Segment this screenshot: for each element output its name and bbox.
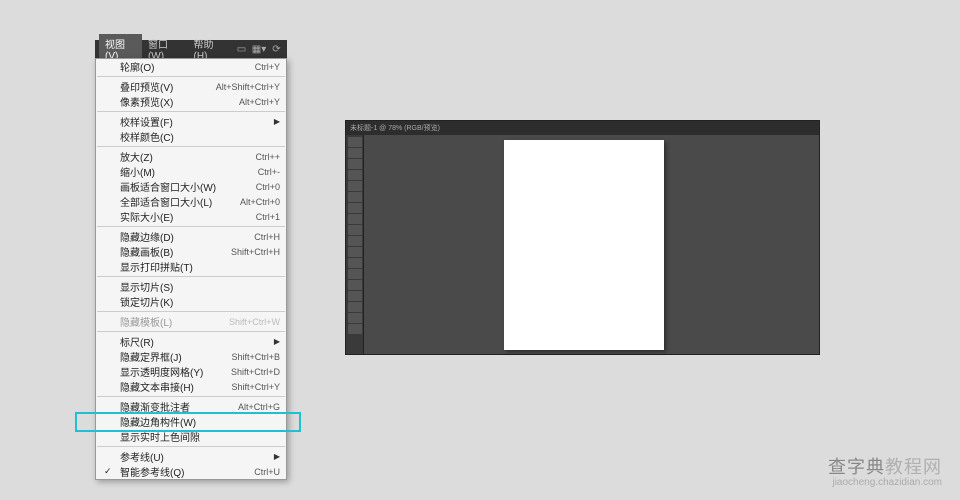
tool-button[interactable] xyxy=(348,269,362,279)
tool-button[interactable] xyxy=(348,181,362,191)
tool-button[interactable] xyxy=(348,302,362,312)
tool-button[interactable] xyxy=(348,291,362,301)
menu-item-zoom-out[interactable]: 缩小(M) Ctrl+- xyxy=(96,164,286,179)
tool-button[interactable] xyxy=(348,214,362,224)
view-dropdown-menu: 轮廓(O) Ctrl+Y 叠印预览(V) Alt+Shift+Ctrl+Y 像素… xyxy=(95,58,287,480)
menu-item-pixel-preview[interactable]: 像素预览(X) Alt+Ctrl+Y xyxy=(96,94,286,109)
menu-item-rulers[interactable]: 标尺(R) ▶ xyxy=(96,334,286,349)
menu-item-hide-gradient-annotator[interactable]: 隐藏渐变批注者 Alt+Ctrl+G xyxy=(96,399,286,414)
tool-button[interactable] xyxy=(348,192,362,202)
menu-separator xyxy=(97,76,285,77)
app-titlebar: 未标题-1 @ 78% (RGB/预览) xyxy=(346,121,819,135)
illustrator-window: 未标题-1 @ 78% (RGB/预览) xyxy=(345,120,820,355)
menu-item-proof-setup[interactable]: 校样设置(F) ▶ xyxy=(96,114,286,129)
menu-separator xyxy=(97,396,285,397)
tool-button[interactable] xyxy=(348,203,362,213)
menu-item-show-print-tiling[interactable]: 显示打印拼贴(T) xyxy=(96,259,286,274)
menu-separator xyxy=(97,226,285,227)
app-body xyxy=(346,135,819,354)
menu-item-hide-bounding-box[interactable]: 隐藏定界框(J) Shift+Ctrl+B xyxy=(96,349,286,364)
menu-item-fit-artboard[interactable]: 画板适合窗口大小(W) Ctrl+0 xyxy=(96,179,286,194)
tool-button[interactable] xyxy=(348,148,362,158)
submenu-arrow-icon: ▶ xyxy=(274,337,280,346)
watermark: 查字典教程网 jiaocheng.chazidian.com xyxy=(828,453,942,488)
menu-item-smart-guides[interactable]: ✓ 智能参考线(Q) Ctrl+U xyxy=(96,464,286,479)
menu-item-overprint-preview[interactable]: 叠印预览(V) Alt+Shift+Ctrl+Y xyxy=(96,79,286,94)
menu-separator xyxy=(97,146,285,147)
menu-separator xyxy=(97,331,285,332)
watermark-brand: 查字典教程网 xyxy=(828,453,942,479)
arrange-icon[interactable]: ▦▾ xyxy=(252,42,266,56)
menu-item-lock-slices[interactable]: 锁定切片(K) xyxy=(96,294,286,309)
tool-button[interactable] xyxy=(348,170,362,180)
menu-item-hide-edges[interactable]: 隐藏边缘(D) Ctrl+H xyxy=(96,229,286,244)
menu-item-show-transparency-grid[interactable]: 显示透明度网格(Y) Shift+Ctrl+D xyxy=(96,364,286,379)
menu-item-hide-artboards[interactable]: 隐藏画板(B) Shift+Ctrl+H xyxy=(96,244,286,259)
submenu-arrow-icon: ▶ xyxy=(274,117,280,126)
menu-item-outline[interactable]: 轮廓(O) Ctrl+Y xyxy=(96,59,286,74)
tool-button[interactable] xyxy=(348,236,362,246)
menu-item-proof-colors[interactable]: 校样颜色(C) xyxy=(96,129,286,144)
layout-icon[interactable]: ▭ xyxy=(235,42,248,56)
tool-button[interactable] xyxy=(348,280,362,290)
canvas-area[interactable] xyxy=(364,135,819,354)
menu-item-show-live-paint-gaps[interactable]: 显示实时上色间隙 xyxy=(96,429,286,444)
tool-button[interactable] xyxy=(348,324,362,334)
menu-item-actual-size[interactable]: 实际大小(E) Ctrl+1 xyxy=(96,209,286,224)
checkmark-icon: ✓ xyxy=(104,466,112,477)
tool-button[interactable] xyxy=(348,258,362,268)
tool-button[interactable] xyxy=(348,225,362,235)
tool-panel xyxy=(346,135,364,354)
menu-item-show-slices[interactable]: 显示切片(S) xyxy=(96,279,286,294)
menubar: 视图(V) 窗口(W) 帮助(H) ▭ ▦▾ ⟳ xyxy=(95,40,287,58)
menu-separator xyxy=(97,311,285,312)
watermark-url: jiaocheng.chazidian.com xyxy=(828,477,942,488)
menu-item-zoom-in[interactable]: 放大(Z) Ctrl++ xyxy=(96,149,286,164)
menu-item-hide-corner-widget[interactable]: 隐藏边角构件(W) xyxy=(96,414,286,429)
artboard[interactable] xyxy=(504,140,664,350)
menu-item-hide-text-threads[interactable]: 隐藏文本串接(H) Shift+Ctrl+Y xyxy=(96,379,286,394)
menu-item-hide-template: 隐藏模板(L) Shift+Ctrl+W xyxy=(96,314,286,329)
tool-button[interactable] xyxy=(348,137,362,147)
menu-separator xyxy=(97,111,285,112)
tool-button[interactable] xyxy=(348,247,362,257)
menu-item-fit-all[interactable]: 全部适合窗口大小(L) Alt+Ctrl+0 xyxy=(96,194,286,209)
menu-separator xyxy=(97,446,285,447)
menu-item-guides[interactable]: 参考线(U) ▶ xyxy=(96,449,286,464)
menu-separator xyxy=(97,276,285,277)
tool-button[interactable] xyxy=(348,159,362,169)
submenu-arrow-icon: ▶ xyxy=(274,452,280,461)
search-icon[interactable]: ⟳ xyxy=(270,42,283,56)
tool-button[interactable] xyxy=(348,313,362,323)
document-title: 未标题-1 @ 78% (RGB/预览) xyxy=(350,123,440,133)
